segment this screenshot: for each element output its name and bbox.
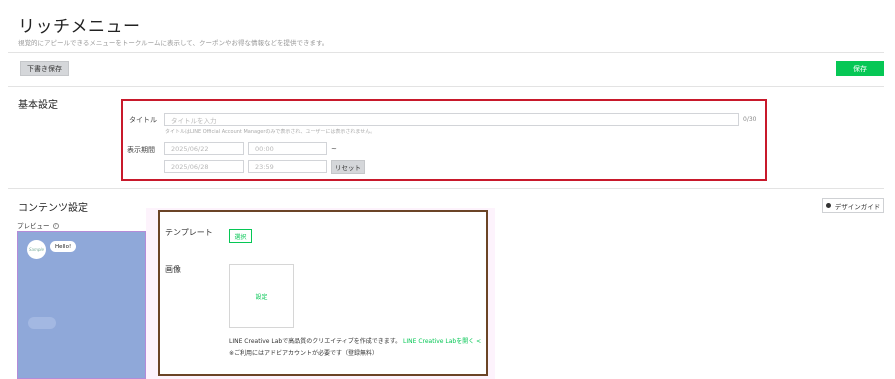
image-label: 画像 [165,265,181,274]
title-hint: タイトルはLINE Official Account Managerのみで表示さ… [165,129,376,135]
chat-bubble: Hello! [50,241,77,252]
account-avatar: Sample [27,240,46,259]
toolbar-divider [8,86,884,87]
save-draft-button[interactable]: 下書き保存 [20,61,69,76]
chat-preview: Sample Hello! [17,231,146,379]
page-title: リッチメニュー [18,17,141,37]
reset-button[interactable]: リセット [331,160,365,174]
preview-heading: プレビュー? [17,220,59,230]
save-button[interactable]: 保存 [836,61,884,76]
info-dot-icon [825,203,831,208]
design-guide-button[interactable]: デザインガイド [822,198,884,213]
section-divider [8,188,884,189]
external-link-icon[interactable]: < [476,338,481,345]
content-settings-heading: コンテンツ設定 [18,203,88,214]
creative-lab-link[interactable]: LINE Creative Labを開く [403,338,474,345]
title-label: タイトル [129,116,157,124]
template-label: テンプレート [165,228,213,237]
template-select-button[interactable]: 選択 [229,229,252,243]
period-separator: ~ [331,145,337,153]
end-date-input[interactable]: 2025/06/28 [164,160,244,173]
end-time-input[interactable]: 23:59 [248,160,327,173]
header-divider [8,52,884,53]
creative-lab-text: LINE Creative Labで高品質のクリエイティブを作成できます。 [229,338,402,345]
cloud-decoration [28,317,56,329]
title-input[interactable]: タイトルを入力 [164,113,739,126]
title-char-counter: 0/30 [743,116,757,123]
adobe-account-note: ※ご利用にはアドビアカウントが必要です（登録無料） [229,350,379,357]
preview-label: プレビュー [17,222,50,230]
page-description: 視覚的にアピールできるメニューをトークルームに表示して、クーポンやお得な情報など… [18,39,329,47]
basic-settings-heading: 基本設定 [18,100,58,111]
display-period-label: 表示期間 [127,146,155,154]
creative-lab-line: LINE Creative Labで高品質のクリエイティブを作成できます。 LI… [229,336,481,345]
image-set-button[interactable]: 設定 [229,264,294,328]
start-date-input[interactable]: 2025/06/22 [164,142,244,155]
help-icon[interactable]: ? [52,223,59,229]
start-time-input[interactable]: 00:00 [248,142,327,155]
design-guide-label: デザインガイド [834,202,881,211]
